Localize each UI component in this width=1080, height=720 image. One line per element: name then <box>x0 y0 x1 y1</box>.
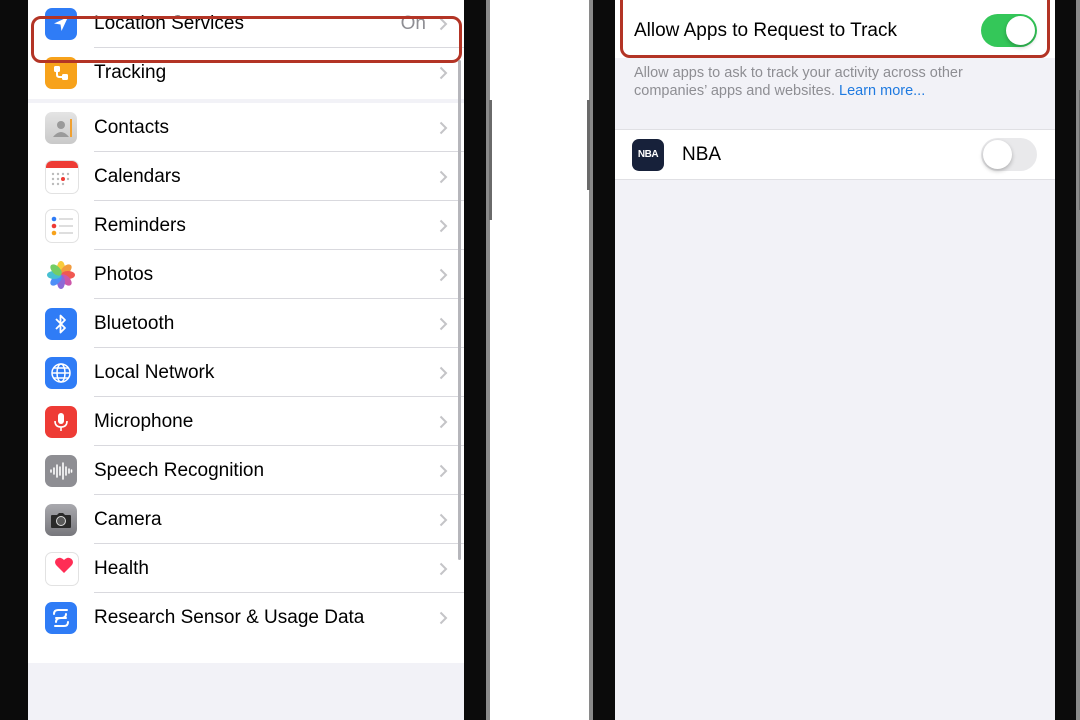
learn-more-link[interactable]: Learn more... <box>839 83 925 99</box>
chevron-right-icon <box>439 66 448 79</box>
nba-tracking-toggle[interactable] <box>981 138 1037 171</box>
heart-icon <box>45 551 79 586</box>
photos-row[interactable]: Photos <box>28 250 464 299</box>
row-label: Photos <box>94 263 154 285</box>
local-network-row[interactable]: Local Network <box>28 348 464 397</box>
chevron-right-icon <box>439 415 448 428</box>
tracking-footer-text: Allow apps to ask to track your activity… <box>634 64 1035 100</box>
row-label: Camera <box>94 508 162 530</box>
camera-row[interactable]: Camera <box>28 495 464 544</box>
allow-tracking-label: Allow Apps to Request to Track <box>634 19 897 41</box>
apps-tracking-group: NBA NBA <box>615 129 1055 180</box>
allow-tracking-group: Allow Apps to Request to Track <box>615 0 1055 58</box>
camera-icon <box>45 503 77 536</box>
right-phone-frame: Allow Apps to Request to Track Allow app… <box>587 0 1080 720</box>
reminders-icon <box>45 208 79 243</box>
app-permissions-group: Contacts Calendars Reminders Photos Blue… <box>28 103 464 663</box>
reminders-row[interactable]: Reminders <box>28 201 464 250</box>
nba-app-icon: NBA <box>632 138 664 171</box>
row-label: Calendars <box>94 165 181 187</box>
row-label: Research Sensor & Usage Data <box>94 606 365 628</box>
location-tracking-group: Location Services On Tracking <box>28 0 464 99</box>
bluetooth-icon <box>45 307 77 340</box>
waveform-icon <box>45 454 77 487</box>
volume-button <box>587 100 590 190</box>
tracking-row[interactable]: Tracking <box>28 48 464 97</box>
allow-tracking-toggle[interactable] <box>981 14 1037 47</box>
research-sensor-row[interactable]: Research Sensor & Usage Data <box>28 593 464 642</box>
calendar-icon <box>45 159 79 194</box>
row-label: Speech Recognition <box>94 459 265 481</box>
left-phone-frame: Location Services On Tracking Contacts C… <box>0 0 492 720</box>
side-button <box>489 100 492 220</box>
tracking-settings-screen: Allow Apps to Request to Track Allow app… <box>615 0 1055 720</box>
scroll-indicator[interactable] <box>458 60 461 560</box>
microphone-row[interactable]: Microphone <box>28 397 464 446</box>
chevron-right-icon <box>439 170 448 183</box>
chevron-right-icon <box>439 562 448 575</box>
toggle-knob <box>983 140 1012 169</box>
row-label: Bluetooth <box>94 312 175 334</box>
row-label: Health <box>94 557 149 579</box>
health-row[interactable]: Health <box>28 544 464 593</box>
chevron-right-icon <box>439 17 448 30</box>
chevron-right-icon <box>439 317 448 330</box>
row-label: Local Network <box>94 361 215 383</box>
chevron-right-icon <box>439 268 448 281</box>
app-label: NBA <box>682 143 722 165</box>
location-services-row[interactable]: Location Services On <box>28 0 464 48</box>
row-label: Microphone <box>94 410 194 432</box>
location-services-value: On <box>400 12 426 34</box>
calendars-row[interactable]: Calendars <box>28 152 464 201</box>
globe-icon <box>45 356 77 389</box>
row-label: Contacts <box>94 116 169 138</box>
chevron-right-icon <box>439 121 448 134</box>
row-label: Location Services <box>94 12 244 34</box>
research-icon <box>45 601 77 634</box>
chevron-right-icon <box>439 513 448 526</box>
chevron-right-icon <box>439 464 448 477</box>
privacy-settings-screen: Location Services On Tracking Contacts C… <box>28 0 464 720</box>
microphone-icon <box>45 405 77 438</box>
nba-icon-text: NBA <box>637 149 659 160</box>
chevron-right-icon <box>439 611 448 624</box>
photos-icon <box>45 258 77 291</box>
row-label: Reminders <box>94 214 186 236</box>
app-row-nba: NBA NBA <box>615 130 1055 179</box>
chevron-right-icon <box>439 219 448 232</box>
tracking-icon <box>45 56 77 89</box>
speech-recognition-row[interactable]: Speech Recognition <box>28 446 464 495</box>
toggle-knob <box>1006 16 1035 45</box>
contacts-row[interactable]: Contacts <box>28 103 464 152</box>
contacts-icon <box>45 111 77 144</box>
row-label: Tracking <box>94 61 167 83</box>
bluetooth-row[interactable]: Bluetooth <box>28 299 464 348</box>
allow-apps-request-track-row: Allow Apps to Request to Track <box>615 6 1055 55</box>
location-arrow-icon <box>45 7 77 40</box>
chevron-right-icon <box>439 366 448 379</box>
